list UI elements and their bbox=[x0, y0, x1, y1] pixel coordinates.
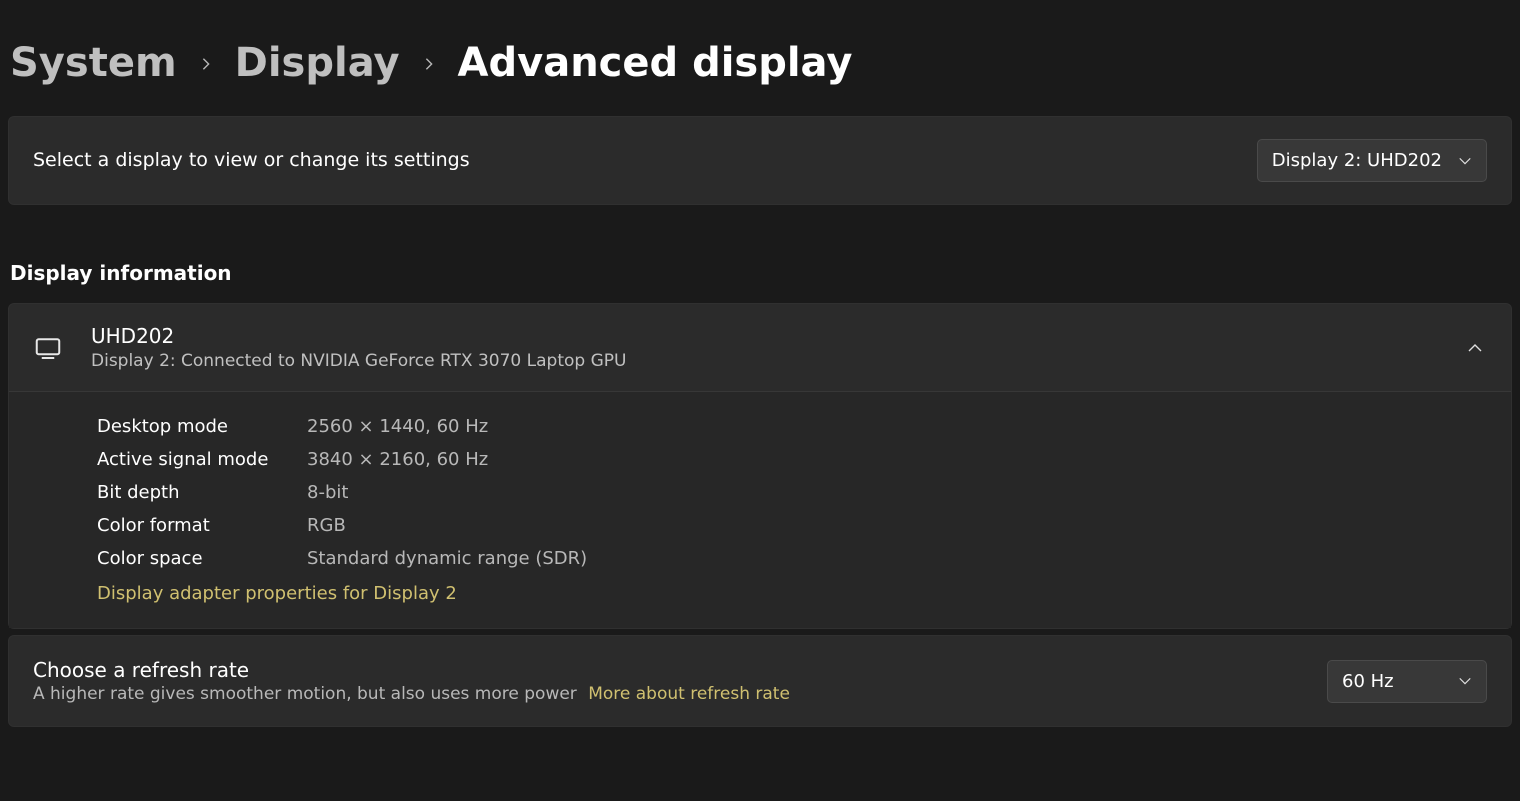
refresh-rate-value: 60 Hz bbox=[1342, 671, 1394, 692]
refresh-rate-card: Choose a refresh rate A higher rate give… bbox=[8, 635, 1512, 727]
detail-value: 2560 × 1440, 60 Hz bbox=[307, 416, 488, 437]
detail-value: Standard dynamic range (SDR) bbox=[307, 548, 587, 569]
chevron-right-icon bbox=[199, 48, 213, 78]
monitor-icon bbox=[33, 333, 63, 363]
display-name: UHD202 bbox=[91, 324, 1439, 348]
detail-label: Active signal mode bbox=[97, 449, 307, 470]
display-information-heading: Display information bbox=[10, 261, 1512, 285]
detail-label: Bit depth bbox=[97, 482, 307, 503]
breadcrumb-display[interactable]: Display bbox=[235, 40, 400, 86]
display-select-dropdown[interactable]: Display 2: UHD202 bbox=[1257, 139, 1487, 182]
detail-row-desktop-mode: Desktop mode 2560 × 1440, 60 Hz bbox=[97, 410, 1487, 443]
detail-row-active-signal-mode: Active signal mode 3840 × 2160, 60 Hz bbox=[97, 443, 1487, 476]
select-display-label: Select a display to view or change its s… bbox=[33, 149, 1237, 171]
chevron-down-icon bbox=[1458, 674, 1472, 688]
display-details: Desktop mode 2560 × 1440, 60 Hz Active s… bbox=[9, 392, 1511, 628]
detail-row-color-space: Color space Standard dynamic range (SDR) bbox=[97, 542, 1487, 575]
detail-label: Desktop mode bbox=[97, 416, 307, 437]
detail-row-bit-depth: Bit depth 8-bit bbox=[97, 476, 1487, 509]
detail-label: Color space bbox=[97, 548, 307, 569]
breadcrumb-system[interactable]: System bbox=[10, 40, 177, 86]
breadcrumb-current: Advanced display bbox=[458, 40, 853, 86]
detail-value: RGB bbox=[307, 515, 346, 536]
chevron-right-icon bbox=[422, 48, 436, 78]
refresh-rate-subtitle: A higher rate gives smoother motion, but… bbox=[33, 684, 1307, 704]
detail-row-color-format: Color format RGB bbox=[97, 509, 1487, 542]
display-info-card: UHD202 Display 2: Connected to NVIDIA Ge… bbox=[8, 303, 1512, 629]
detail-value: 3840 × 2160, 60 Hz bbox=[307, 449, 488, 470]
breadcrumb: System Display Advanced display bbox=[8, 0, 1512, 116]
display-select-value: Display 2: UHD202 bbox=[1272, 150, 1442, 171]
chevron-up-icon bbox=[1467, 340, 1483, 356]
refresh-rate-title: Choose a refresh rate bbox=[33, 658, 1307, 682]
display-adapter-properties-link[interactable]: Display adapter properties for Display 2 bbox=[97, 583, 457, 604]
display-info-expander[interactable]: UHD202 Display 2: Connected to NVIDIA Ge… bbox=[9, 304, 1511, 392]
select-display-card: Select a display to view or change its s… bbox=[8, 116, 1512, 205]
display-connection-info: Display 2: Connected to NVIDIA GeForce R… bbox=[91, 351, 1439, 371]
refresh-rate-dropdown[interactable]: 60 Hz bbox=[1327, 660, 1487, 703]
detail-value: 8-bit bbox=[307, 482, 348, 503]
refresh-rate-learn-more-link[interactable]: More about refresh rate bbox=[588, 684, 790, 704]
chevron-down-icon bbox=[1458, 154, 1472, 168]
detail-label: Color format bbox=[97, 515, 307, 536]
